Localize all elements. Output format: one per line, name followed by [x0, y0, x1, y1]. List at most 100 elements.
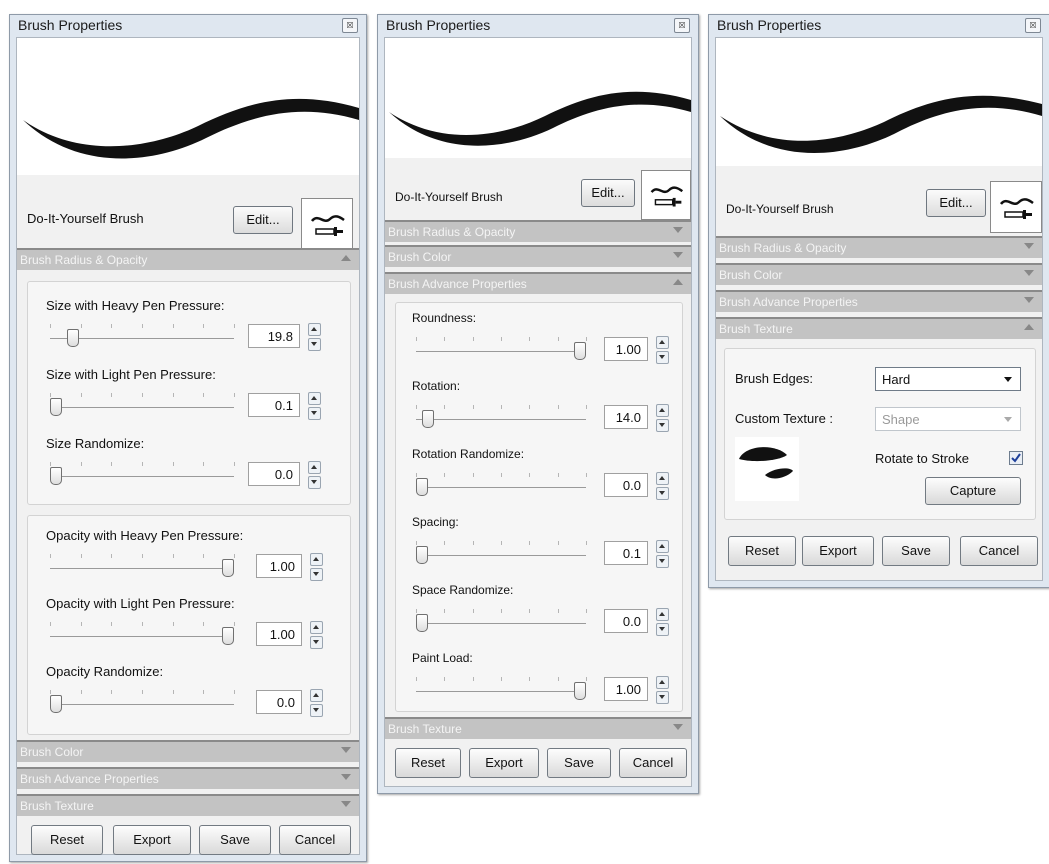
- slider-track[interactable]: [416, 691, 586, 692]
- slider-value-input[interactable]: 0.0: [256, 690, 302, 714]
- slider-thumb[interactable]: [50, 398, 62, 416]
- spin-down-icon[interactable]: [308, 476, 321, 489]
- save-button[interactable]: Save: [882, 536, 950, 566]
- section-brush-texture[interactable]: Brush Texture: [17, 794, 359, 816]
- spin-up-icon[interactable]: [310, 553, 323, 566]
- cancel-button[interactable]: Cancel: [960, 536, 1038, 566]
- value-spinner[interactable]: [308, 392, 321, 420]
- slider-track[interactable]: [416, 623, 586, 624]
- slider-value-input[interactable]: 14.0: [604, 405, 648, 429]
- export-button[interactable]: Export: [469, 748, 539, 778]
- value-spinner[interactable]: [310, 621, 323, 649]
- export-button[interactable]: Export: [802, 536, 874, 566]
- value-spinner[interactable]: [310, 553, 323, 581]
- slider-thumb[interactable]: [416, 614, 428, 632]
- spin-down-icon[interactable]: [310, 636, 323, 649]
- value-spinner[interactable]: [308, 461, 321, 489]
- slider-thumb[interactable]: [416, 478, 428, 496]
- edit-button[interactable]: Edit...: [581, 179, 635, 207]
- slider-value-input[interactable]: 1.00: [604, 677, 648, 701]
- spin-up-icon[interactable]: [656, 404, 669, 417]
- close-icon[interactable]: ☒: [674, 18, 690, 33]
- edit-button[interactable]: Edit...: [233, 206, 293, 234]
- spin-up-icon[interactable]: [656, 472, 669, 485]
- brush-tool-icon[interactable]: [641, 170, 691, 220]
- spin-down-icon[interactable]: [656, 691, 669, 704]
- spin-down-icon[interactable]: [656, 623, 669, 636]
- section-brush-advance-properties[interactable]: Brush Advance Properties: [716, 290, 1042, 312]
- slider-track[interactable]: [50, 636, 234, 637]
- spin-up-icon[interactable]: [656, 608, 669, 621]
- value-spinner[interactable]: [656, 336, 669, 364]
- close-icon[interactable]: ☒: [342, 18, 358, 33]
- close-icon[interactable]: ☒: [1025, 18, 1041, 33]
- reset-button[interactable]: Reset: [728, 536, 796, 566]
- value-spinner[interactable]: [310, 689, 323, 717]
- reset-button[interactable]: Reset: [395, 748, 461, 778]
- slider-track[interactable]: [416, 419, 586, 420]
- slider-thumb[interactable]: [50, 467, 62, 485]
- edit-button[interactable]: Edit...: [926, 189, 986, 217]
- section-brush-color[interactable]: Brush Color: [385, 245, 691, 267]
- spin-up-icon[interactable]: [656, 540, 669, 553]
- spin-down-icon[interactable]: [656, 351, 669, 364]
- section-brush-radius-opacity[interactable]: Brush Radius & Opacity: [385, 220, 691, 242]
- section-brush-color[interactable]: Brush Color: [716, 263, 1042, 285]
- slider-value-input[interactable]: 0.0: [604, 609, 648, 633]
- spin-up-icon[interactable]: [308, 392, 321, 405]
- spin-down-icon[interactable]: [310, 568, 323, 581]
- reset-button[interactable]: Reset: [31, 825, 103, 855]
- slider-thumb[interactable]: [574, 682, 586, 700]
- spin-down-icon[interactable]: [656, 487, 669, 500]
- slider-thumb[interactable]: [50, 695, 62, 713]
- value-spinner[interactable]: [656, 540, 669, 568]
- value-spinner[interactable]: [656, 404, 669, 432]
- spin-down-icon[interactable]: [656, 419, 669, 432]
- export-button[interactable]: Export: [113, 825, 191, 855]
- spin-up-icon[interactable]: [310, 689, 323, 702]
- value-spinner[interactable]: [656, 676, 669, 704]
- slider-thumb[interactable]: [416, 546, 428, 564]
- value-spinner[interactable]: [656, 472, 669, 500]
- section-brush-radius-opacity[interactable]: Brush Radius & Opacity: [17, 248, 359, 270]
- spin-up-icon[interactable]: [656, 336, 669, 349]
- slider-track[interactable]: [50, 407, 234, 408]
- slider-track[interactable]: [50, 704, 234, 705]
- section-brush-advance-properties[interactable]: Brush Advance Properties: [17, 767, 359, 789]
- slider-value-input[interactable]: 0.1: [604, 541, 648, 565]
- section-brush-advance-properties[interactable]: Brush Advance Properties: [385, 272, 691, 294]
- slider-thumb[interactable]: [222, 627, 234, 645]
- slider-value-input[interactable]: 1.00: [256, 622, 302, 646]
- spin-down-icon[interactable]: [310, 704, 323, 717]
- spin-down-icon[interactable]: [308, 407, 321, 420]
- section-brush-texture[interactable]: Brush Texture: [716, 317, 1042, 339]
- section-brush-color[interactable]: Brush Color: [17, 740, 359, 762]
- brush-edges-select[interactable]: Hard: [875, 367, 1021, 391]
- slider-track[interactable]: [416, 487, 586, 488]
- slider-thumb[interactable]: [222, 559, 234, 577]
- slider-value-input[interactable]: 0.0: [248, 462, 300, 486]
- section-brush-texture[interactable]: Brush Texture: [385, 717, 691, 739]
- brush-tool-icon[interactable]: [990, 181, 1042, 233]
- slider-thumb[interactable]: [574, 342, 586, 360]
- capture-button[interactable]: Capture: [925, 477, 1021, 505]
- spin-up-icon[interactable]: [656, 676, 669, 689]
- spin-down-icon[interactable]: [656, 555, 669, 568]
- save-button[interactable]: Save: [199, 825, 271, 855]
- slider-thumb[interactable]: [67, 329, 80, 347]
- slider-value-input[interactable]: 19.8: [248, 324, 300, 348]
- value-spinner[interactable]: [308, 323, 321, 351]
- custom-texture-select[interactable]: Shape: [875, 407, 1021, 431]
- slider-value-input[interactable]: 0.0: [604, 473, 648, 497]
- spin-up-icon[interactable]: [308, 323, 321, 336]
- slider-track[interactable]: [50, 476, 234, 477]
- rotate-to-stroke-checkbox[interactable]: [1009, 451, 1023, 465]
- slider-track[interactable]: [416, 351, 586, 352]
- section-brush-radius-opacity[interactable]: Brush Radius & Opacity: [716, 236, 1042, 258]
- save-button[interactable]: Save: [547, 748, 611, 778]
- cancel-button[interactable]: Cancel: [619, 748, 687, 778]
- slider-track[interactable]: [50, 568, 234, 569]
- spin-down-icon[interactable]: [308, 338, 321, 351]
- slider-value-input[interactable]: 1.00: [604, 337, 648, 361]
- brush-tool-icon[interactable]: [301, 198, 353, 250]
